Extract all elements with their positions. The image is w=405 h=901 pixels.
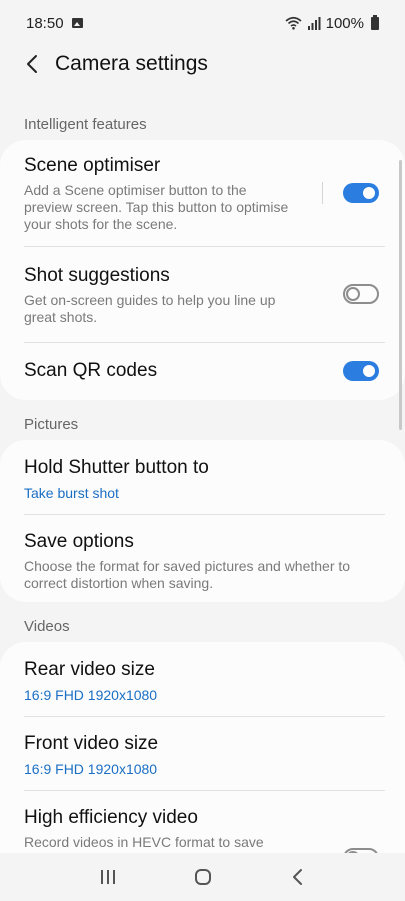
navigation-bar xyxy=(0,853,405,901)
status-time: 18:50 xyxy=(26,14,64,32)
setting-description: Record videos in HEVC format to save spa… xyxy=(24,834,284,853)
setting-value: Take burst shot xyxy=(24,485,119,501)
setting-description: Choose the format for saved pictures and… xyxy=(24,558,351,591)
setting-rear-video[interactable]: Rear video size 16:9 FHD 1920x1080 xyxy=(0,642,405,716)
battery-percent: 100% xyxy=(325,14,364,32)
recents-icon xyxy=(100,870,115,884)
section-header-pictures: Pictures xyxy=(24,416,79,433)
card-pictures: Hold Shutter button to Take burst shot S… xyxy=(0,440,405,602)
toggle-knob xyxy=(361,363,377,379)
scrollbar[interactable] xyxy=(399,160,402,430)
setting-scan-qr[interactable]: Scan QR codes xyxy=(0,342,405,400)
status-right: 100% xyxy=(285,14,379,32)
setting-scene-optimiser[interactable]: Scene optimiser Add a Scene optimiser bu… xyxy=(0,140,405,246)
scan-qr-toggle[interactable] xyxy=(343,361,379,381)
signal-icon xyxy=(307,16,321,30)
setting-title: High efficiency video xyxy=(24,807,198,828)
home-button[interactable] xyxy=(178,857,228,897)
section-header-intelligent: Intelligent features xyxy=(24,116,147,133)
status-bar: 18:50 100% xyxy=(0,0,405,46)
setting-high-efficiency[interactable]: High efficiency video Record videos in H… xyxy=(0,790,405,853)
toggle-knob xyxy=(346,287,360,301)
battery-icon xyxy=(371,14,379,30)
page-title: Camera settings xyxy=(55,52,208,75)
toggle-wrap xyxy=(322,182,379,204)
home-icon xyxy=(194,869,211,885)
setting-title: Save options xyxy=(24,531,134,552)
image-icon xyxy=(71,18,83,28)
back-icon xyxy=(292,869,302,885)
setting-title: Scene optimiser xyxy=(24,155,161,176)
toggle-wrap xyxy=(343,361,379,381)
setting-title: Scan QR codes xyxy=(24,360,158,381)
setting-front-video[interactable]: Front video size 16:9 FHD 1920x1080 xyxy=(0,716,405,790)
setting-save-options[interactable]: Save options Choose the format for saved… xyxy=(0,514,405,602)
setting-title: Rear video size xyxy=(24,659,155,680)
screen: 18:50 100% Camera settings Intelligent f… xyxy=(0,0,405,901)
setting-title: Shot suggestions xyxy=(24,265,170,286)
divider xyxy=(322,182,323,204)
scene-optimiser-toggle[interactable] xyxy=(343,183,379,203)
chevron-left-icon xyxy=(27,55,37,73)
setting-hold-shutter[interactable]: Hold Shutter button to Take burst shot xyxy=(0,440,405,514)
setting-description: Get on-screen guides to help you line up… xyxy=(24,292,276,325)
card-videos: Rear video size 16:9 FHD 1920x1080 Front… xyxy=(0,642,405,853)
setting-value: 16:9 FHD 1920x1080 xyxy=(24,761,158,777)
settings-list[interactable]: Intelligent features Scene optimiser Add… xyxy=(0,100,405,853)
recents-button[interactable] xyxy=(83,857,133,897)
app-header: Camera settings xyxy=(0,46,405,82)
setting-value: 16:9 FHD 1920x1080 xyxy=(24,687,158,703)
shot-suggestions-toggle[interactable] xyxy=(343,284,379,304)
toggle-knob xyxy=(361,185,377,201)
card-intelligent: Scene optimiser Add a Scene optimiser bu… xyxy=(0,140,405,400)
nav-back-button[interactable] xyxy=(273,857,323,897)
setting-title: Hold Shutter button to xyxy=(24,457,209,478)
toggle-wrap xyxy=(343,284,379,304)
back-button[interactable] xyxy=(12,46,52,82)
wifi-icon xyxy=(285,16,302,30)
section-header-videos: Videos xyxy=(24,618,70,635)
setting-shot-suggestions[interactable]: Shot suggestions Get on-screen guides to… xyxy=(0,246,405,342)
status-left: 18:50 xyxy=(26,15,83,32)
setting-title: Front video size xyxy=(24,733,159,754)
